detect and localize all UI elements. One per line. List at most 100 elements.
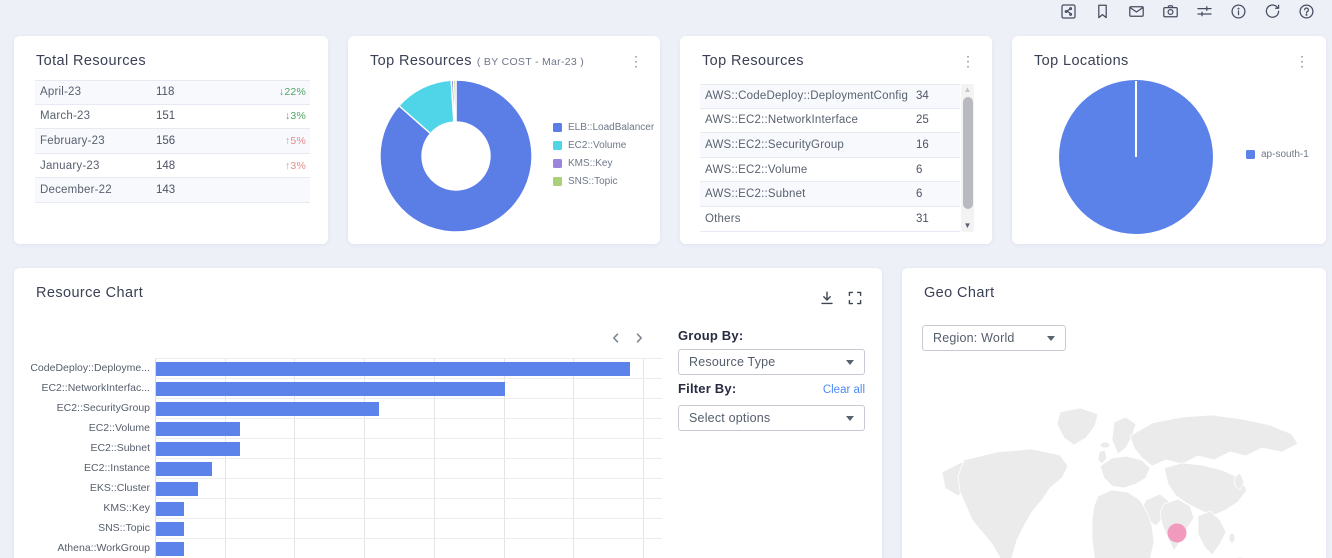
row-label: AWS::CodeDeploy::DeploymentConfig	[700, 90, 916, 102]
top-locations-card: Top Locations ⋮ ap-south-1	[1012, 36, 1326, 244]
bar[interactable]	[156, 422, 240, 436]
legend-item: ELB::LoadBalancer	[553, 122, 654, 132]
row-label: December-22	[35, 184, 156, 196]
bar-row	[155, 499, 662, 519]
kebab-menu-icon[interactable]: ⋮	[628, 52, 644, 70]
row-change: ↑5%	[244, 135, 310, 147]
region-select[interactable]: Region: World	[922, 325, 1066, 351]
table-row: February-23156↑5%	[35, 129, 310, 154]
donut-legend: ELB::LoadBalancerEC2::VolumeKMS::KeySNS:…	[553, 122, 654, 194]
bar[interactable]	[156, 522, 184, 536]
bar[interactable]	[156, 462, 212, 476]
bookmark-button[interactable]	[1094, 3, 1111, 20]
bar-label: EC2::Instance	[20, 458, 150, 478]
bar-label: EC2::NetworkInterfac...	[20, 378, 150, 398]
chevron-right-icon[interactable]	[631, 331, 647, 347]
legend-label: ap-south-1	[1261, 149, 1309, 160]
table-row: January-23148↑3%	[35, 154, 310, 179]
legend-label: KMS::Key	[568, 158, 612, 169]
fullscreen-button[interactable]	[846, 290, 864, 308]
legend-swatch	[553, 141, 562, 150]
bar-row	[155, 419, 662, 439]
filters-button[interactable]	[1196, 3, 1213, 20]
map-iceland	[1100, 442, 1110, 448]
scrollbar-thumb[interactable]	[963, 97, 973, 209]
bar-label: KMS::Key	[20, 498, 150, 518]
total-resources-card: Total Resources April-23118↓22%March-231…	[14, 36, 328, 244]
scroll-up-icon[interactable]: ▲	[961, 84, 974, 96]
bar[interactable]	[156, 362, 630, 376]
filter-by-label: Filter By:	[678, 381, 736, 396]
map-north-america	[958, 449, 1068, 558]
chevron-down-icon	[846, 416, 854, 421]
bar[interactable]	[156, 542, 184, 556]
kebab-menu-icon[interactable]: ⋮	[1294, 52, 1310, 70]
bar[interactable]	[156, 502, 184, 516]
row-label: April-23	[35, 86, 156, 98]
table-row: Others31	[700, 207, 960, 232]
table-row: AWS::CodeDeploy::DeploymentConfig34	[700, 84, 960, 109]
row-label: AWS::EC2::Volume	[700, 164, 916, 176]
row-value: 25	[916, 114, 960, 126]
bar-chart-plot	[155, 358, 662, 558]
top-resources-cost-card: Top Resources( BY COST - Mar-23 ) ⋮ ELB:…	[348, 36, 660, 244]
row-label: February-23	[35, 135, 156, 147]
row-change: ↑3%	[244, 160, 310, 172]
table-row: AWS::EC2::SecurityGroup16	[700, 133, 960, 158]
scrollbar[interactable]: ▲ ▼	[961, 84, 974, 232]
chevron-down-icon	[846, 360, 854, 365]
legend-swatch	[553, 159, 562, 168]
row-value: 143	[156, 184, 244, 196]
legend-item: EC2::Volume	[553, 140, 654, 150]
row-label: March-23	[35, 110, 156, 122]
bar-row	[155, 439, 662, 459]
info-button[interactable]	[1230, 3, 1247, 20]
refresh-button[interactable]	[1264, 3, 1281, 20]
map-marker-ap-south-1[interactable]	[1168, 524, 1187, 543]
legend-label: ELB::LoadBalancer	[568, 122, 654, 133]
download-icon	[819, 290, 835, 306]
bar[interactable]	[156, 382, 505, 396]
table-row: December-22143	[35, 178, 310, 203]
table-row: AWS::EC2::NetworkInterface25	[700, 109, 960, 134]
help-icon	[1298, 3, 1315, 20]
top-resources-card: Top Resources ⋮ AWS::CodeDeploy::Deploym…	[680, 36, 992, 244]
chevron-left-icon[interactable]	[608, 331, 624, 347]
scroll-down-icon[interactable]: ▼	[961, 220, 974, 232]
bar[interactable]	[156, 442, 240, 456]
bar-label: SNS::Topic	[20, 518, 150, 538]
share-button[interactable]	[1060, 3, 1077, 20]
clear-all-link[interactable]: Clear all	[823, 384, 865, 396]
pie-legend: ap-south-1	[1246, 149, 1309, 167]
group-by-label: Group By:	[678, 328, 743, 343]
row-label: AWS::EC2::Subnet	[700, 188, 916, 200]
map-europe	[1100, 456, 1150, 488]
map-southeast-asia	[1198, 511, 1226, 555]
chevron-down-icon	[1047, 336, 1055, 341]
bar[interactable]	[156, 402, 379, 416]
legend-label: SNS::Topic	[568, 176, 617, 187]
kebab-menu-icon[interactable]: ⋮	[960, 52, 976, 70]
row-change: ↓3%	[244, 110, 310, 122]
bar[interactable]	[156, 482, 198, 496]
row-value: 148	[156, 160, 244, 172]
group-by-select[interactable]: Resource Type	[678, 349, 865, 375]
bar-row	[155, 399, 662, 419]
mail-button[interactable]	[1128, 3, 1145, 20]
help-button[interactable]	[1298, 3, 1315, 20]
legend-item: ap-south-1	[1246, 149, 1309, 159]
top-resources-table: AWS::CodeDeploy::DeploymentConfig34AWS::…	[700, 84, 960, 232]
donut-chart	[348, 36, 568, 244]
top-toolbar	[1060, 3, 1315, 20]
region-value: Region: World	[933, 331, 1015, 345]
filter-select[interactable]: Select options	[678, 405, 865, 431]
bar-label: EKS::Cluster	[20, 478, 150, 498]
bar-row	[155, 519, 662, 539]
legend-item: SNS::Topic	[553, 176, 654, 186]
legend-label: EC2::Volume	[568, 140, 626, 151]
row-value: 31	[916, 213, 960, 225]
table-row: AWS::EC2::Subnet6	[700, 182, 960, 207]
download-button[interactable]	[818, 290, 836, 308]
camera-button[interactable]	[1162, 3, 1179, 20]
bar-row	[155, 359, 662, 379]
